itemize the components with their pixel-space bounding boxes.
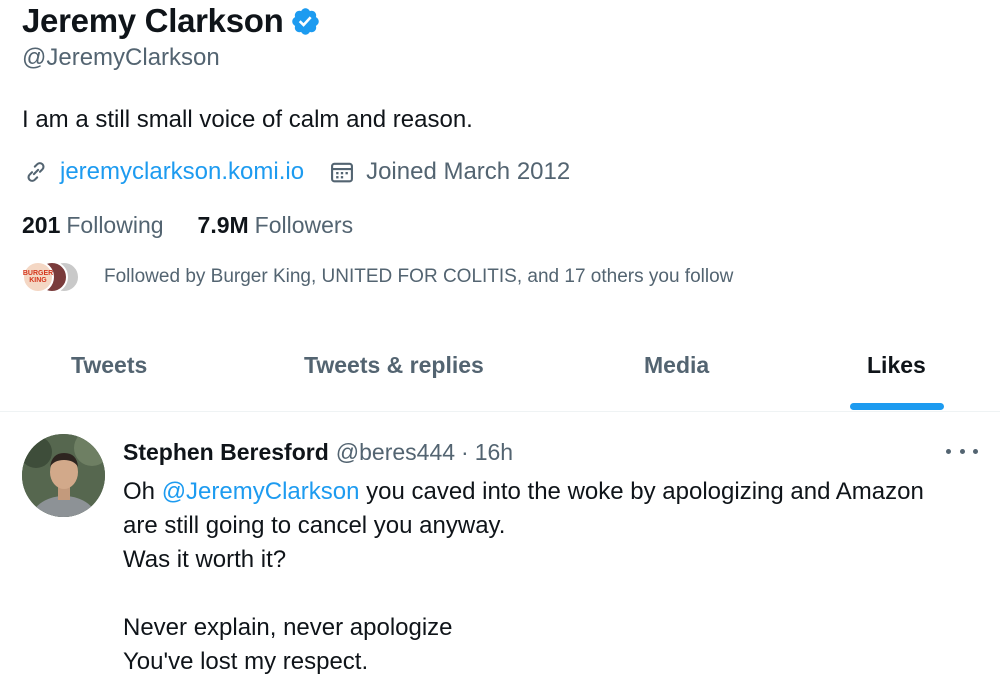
tweet-text-segment: you caved into the woke by apologizing a… — [359, 478, 924, 505]
followed-by[interactable]: BURGER KING Followed by Burger King, UNI… — [22, 261, 733, 293]
profile-meta: jeremyclarkson.komi.io Joined March 2012 — [22, 158, 570, 186]
tweet-text-line: Oh @JeremyClarkson you caved into the wo… — [123, 475, 983, 509]
profile-photo — [22, 434, 105, 517]
tweet-text-line: You've lost my respect. — [123, 648, 369, 675]
followed-by-text: Followed by Burger King, UNITED FOR COLI… — [104, 266, 734, 287]
profile-header: Jeremy Clarkson — [22, 2, 321, 40]
tab-tweets[interactable]: Tweets — [71, 352, 147, 379]
tweet-text: Oh @JeremyClarkson you caved into the wo… — [123, 475, 983, 679]
followers-label: Followers — [254, 212, 354, 238]
profile-name: Jeremy Clarkson — [22, 2, 284, 39]
tweet[interactable]: Stephen Beresford @beres444 · 16h Oh @Je… — [0, 413, 1000, 685]
tab-likes[interactable]: Likes — [867, 352, 926, 379]
more-options-icon[interactable] — [946, 439, 978, 463]
calendar-icon — [331, 162, 354, 183]
profile-tabs: Tweets Tweets & replies Media Likes — [0, 332, 1000, 412]
following-count: 201 — [22, 212, 61, 238]
followers-count: 7.9M — [197, 212, 249, 238]
followed-by-avatars: BURGER KING — [22, 261, 86, 293]
followers-stat[interactable]: 7.9M Followers — [198, 212, 354, 239]
follow-stats: 201 Following 7.9M Followers — [22, 212, 353, 239]
verified-badge-icon — [292, 7, 320, 35]
profile-joined-date: Joined March 2012 — [366, 158, 571, 185]
following-label: Following — [66, 212, 164, 238]
tweet-author-handle[interactable]: @beres444 — [336, 439, 455, 466]
tweet-text-line: Never explain, never apologize — [123, 614, 453, 641]
tweet-author-name[interactable]: Stephen Beresford — [123, 439, 329, 466]
tab-media[interactable]: Media — [644, 352, 709, 379]
profile-website-link[interactable]: jeremyclarkson.komi.io — [60, 158, 304, 186]
dot — [946, 448, 951, 454]
tweet-text-line: Was it worth it? — [123, 546, 287, 573]
tweet-text-line: are still going to cancel you anyway. — [123, 512, 506, 539]
separator-dot: · — [461, 439, 469, 465]
tab-tweets-replies[interactable]: Tweets & replies — [304, 352, 484, 379]
tweet-text-segment: Oh — [123, 478, 162, 505]
profile-bio: I am a still small voice of calm and rea… — [22, 106, 473, 133]
avatar[interactable] — [22, 434, 105, 517]
tweet-timestamp[interactable]: 16h — [475, 439, 513, 466]
profile-handle: @JeremyClarkson — [22, 44, 220, 71]
dot — [973, 448, 978, 454]
dot — [959, 448, 965, 454]
active-tab-indicator — [850, 403, 944, 410]
avatar: BURGER KING — [22, 261, 54, 293]
link-icon — [27, 162, 45, 182]
tweet-header: Stephen Beresford @beres444 · 16h — [123, 439, 513, 466]
avatar-logo-text: BURGER KING — [22, 270, 54, 284]
tweet-mention-link[interactable]: @JeremyClarkson — [162, 478, 360, 505]
following-stat[interactable]: 201 Following — [22, 212, 164, 239]
